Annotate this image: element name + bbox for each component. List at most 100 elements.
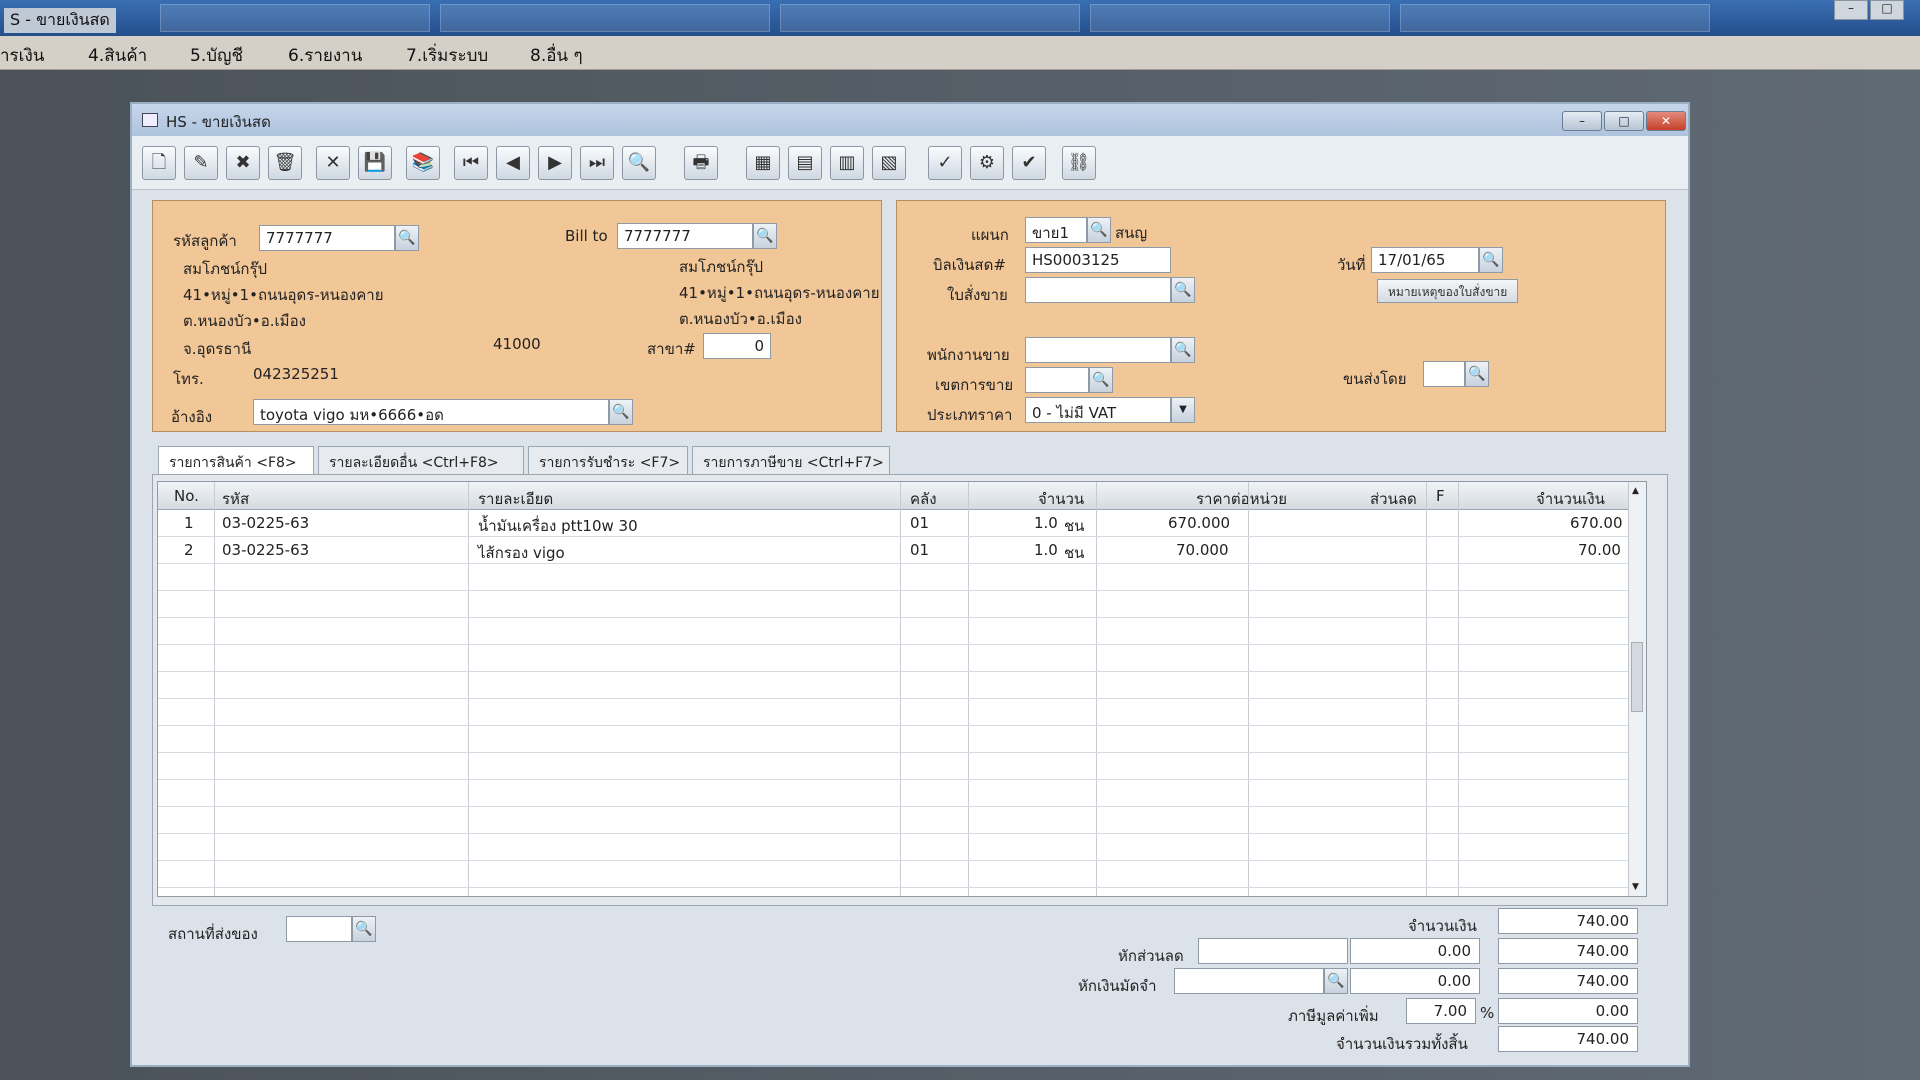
books-icon[interactable]: 📚 <box>406 146 440 180</box>
menu-other[interactable]: 8.อื่น ๆ <box>530 42 583 69</box>
taskbar-tab[interactable] <box>440 4 770 32</box>
table-row[interactable] <box>158 618 1628 645</box>
row-unit-price: 70.000 <box>1176 541 1229 559</box>
table-row[interactable] <box>158 807 1628 834</box>
search-icon[interactable]: 🔍 <box>1087 217 1111 243</box>
table-row[interactable] <box>158 564 1628 591</box>
print-icon[interactable]: 🖶 <box>684 146 718 180</box>
taskbar-tab[interactable] <box>160 4 430 32</box>
chart-icon[interactable]: ▥ <box>830 146 864 180</box>
network-icon[interactable]: ⛓ <box>1062 146 1096 180</box>
last-icon[interactable]: ⏭ <box>580 146 614 180</box>
table-row[interactable] <box>158 780 1628 807</box>
search-icon[interactable]: 🔍 <box>352 916 376 942</box>
tools-icon[interactable]: ⚙ <box>970 146 1004 180</box>
calendar-icon[interactable]: 🔍 <box>1479 247 1503 273</box>
deposit-input[interactable] <box>1174 968 1324 994</box>
col-header-description[interactable]: รายละเอียด <box>478 487 553 511</box>
taskbar-tab[interactable] <box>1400 4 1710 32</box>
scroll-up-icon[interactable]: ▲ <box>1632 486 1639 496</box>
scroll-down-icon[interactable]: ▼ <box>1632 882 1639 892</box>
scroll-thumb[interactable] <box>1631 642 1643 712</box>
table-row[interactable] <box>158 726 1628 753</box>
window-minimize-button[interactable]: – <box>1562 111 1602 131</box>
menu-accounts[interactable]: 5.บัญชี <box>190 42 243 69</box>
discount-input[interactable] <box>1198 938 1348 964</box>
report-icon[interactable]: ▧ <box>872 146 906 180</box>
col-header-no[interactable]: No. <box>174 487 199 505</box>
table-row[interactable]: 2 03-0225-63 ไส้กรอง vigo 01 1.0 ชน 70.0… <box>158 537 1628 564</box>
cash-bill-number-input[interactable]: HS0003125 <box>1025 247 1171 273</box>
search-icon[interactable]: 🔍 <box>1465 361 1489 387</box>
window-maximize-button[interactable]: □ <box>1604 111 1644 131</box>
col-header-unit-price[interactable]: ราคาต่อหน่วย <box>1196 487 1287 511</box>
card-icon[interactable]: ▤ <box>788 146 822 180</box>
col-header-amount[interactable]: จำนวนเงิน <box>1536 487 1605 511</box>
sales-area-input[interactable] <box>1025 367 1089 393</box>
col-header-discount[interactable]: ส่วนลด <box>1370 487 1417 511</box>
taskbar-tab[interactable] <box>1090 4 1390 32</box>
col-header-flag[interactable]: F <box>1436 487 1445 505</box>
bill-to-input[interactable]: 7777777 <box>617 223 753 249</box>
branch-input[interactable]: 0 <box>703 333 771 359</box>
price-type-select[interactable]: 0 - ไม่มี VAT <box>1025 397 1171 423</box>
minimize-icon[interactable]: – <box>1834 0 1868 20</box>
tab-payments[interactable]: รายการรับชำระ <F7> <box>528 446 688 474</box>
table-row[interactable] <box>158 753 1628 780</box>
menu-reports[interactable]: 6.รายงาน <box>288 42 362 69</box>
ship-place-input[interactable] <box>286 916 352 942</box>
window-close-button[interactable]: ✕ <box>1646 111 1686 131</box>
search-icon[interactable]: 🔍 <box>609 399 633 425</box>
search-icon[interactable]: 🔍 <box>1324 968 1348 994</box>
table-row[interactable] <box>158 591 1628 618</box>
sales-order-input[interactable] <box>1025 277 1171 303</box>
menu-finance[interactable]: ารเงิน <box>0 42 44 69</box>
cancel-icon[interactable]: ✕ <box>316 146 350 180</box>
table-row[interactable] <box>158 861 1628 888</box>
new-doc-icon[interactable]: 🗋 <box>142 146 176 180</box>
calc-icon[interactable]: ▦ <box>746 146 780 180</box>
table-row[interactable] <box>158 699 1628 726</box>
search-icon[interactable]: 🔍 <box>395 225 419 251</box>
trash-icon[interactable]: 🗑 <box>268 146 302 180</box>
vertical-scrollbar[interactable]: ▲ ▼ <box>1628 482 1646 896</box>
table-row[interactable]: 1 03-0225-63 น้ำมันเครื่อง ptt10w 30 01 … <box>158 510 1628 537</box>
menu-setup[interactable]: 7.เริ่มระบบ <box>406 42 488 69</box>
salesperson-input[interactable] <box>1025 337 1171 363</box>
department-input[interactable]: ขาย1 <box>1025 217 1087 243</box>
table-row[interactable] <box>158 834 1628 861</box>
search-icon[interactable]: 🔍 <box>753 223 777 249</box>
tab-items[interactable]: รายการสินค้า <F8> <box>158 446 314 474</box>
prev-icon[interactable]: ◀ <box>496 146 530 180</box>
reference-input[interactable]: toyota vigo มห•6666•อด <box>253 399 609 425</box>
approve-icon[interactable]: ✓ <box>928 146 962 180</box>
void-icon[interactable]: ✖ <box>226 146 260 180</box>
edit-icon[interactable]: ✎ <box>184 146 218 180</box>
ok-icon[interactable]: ✔ <box>1012 146 1046 180</box>
menu-products[interactable]: 4.สินค้า <box>88 42 147 69</box>
next-icon[interactable]: ▶ <box>538 146 572 180</box>
search-icon[interactable]: 🔍 <box>1089 367 1113 393</box>
search-icon[interactable]: 🔍 <box>1171 277 1195 303</box>
customer-code-input[interactable]: 7777777 <box>259 225 395 251</box>
deposit-value[interactable]: 0.00 <box>1350 968 1480 994</box>
col-header-quantity[interactable]: จำนวน <box>1038 487 1084 511</box>
table-row[interactable] <box>158 672 1628 699</box>
tab-other-details[interactable]: รายละเอียดอื่น <Ctrl+F8> <box>318 446 524 474</box>
find-icon[interactable]: 🔍 <box>622 146 656 180</box>
tab-sales-tax[interactable]: รายการภาษีขาย <Ctrl+F7> <box>692 446 890 474</box>
shipped-by-input[interactable] <box>1423 361 1465 387</box>
chevron-down-icon[interactable]: ▼ <box>1171 397 1195 423</box>
discount-value[interactable]: 0.00 <box>1350 938 1480 964</box>
table-row[interactable] <box>158 645 1628 672</box>
search-icon[interactable]: 🔍 <box>1171 337 1195 363</box>
col-header-code[interactable]: รหัส <box>222 487 249 511</box>
col-header-warehouse[interactable]: คลัง <box>910 487 937 511</box>
sales-order-note-button[interactable]: หมายเหตุของใบสั่งขาย <box>1377 279 1519 303</box>
vat-rate-input[interactable]: 7.00 <box>1406 998 1476 1024</box>
save-icon[interactable]: 💾 <box>358 146 392 180</box>
taskbar-tab[interactable] <box>780 4 1080 32</box>
maximize-icon[interactable]: □ <box>1870 0 1904 20</box>
date-input[interactable]: 17/01/65 <box>1371 247 1479 273</box>
first-icon[interactable]: ⏮ <box>454 146 488 180</box>
